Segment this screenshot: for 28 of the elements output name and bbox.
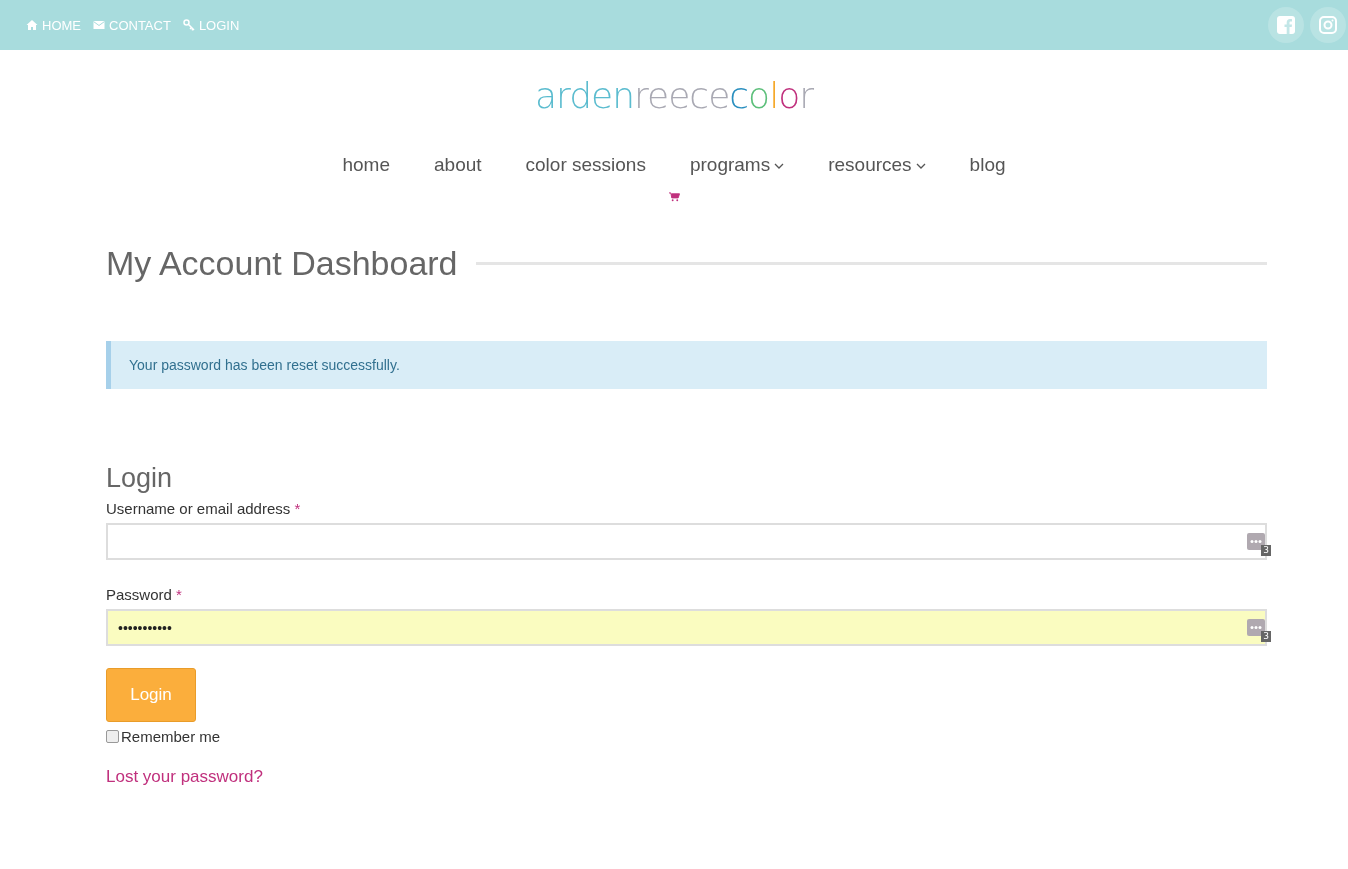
instagram-icon (1319, 16, 1337, 34)
facebook-icon (1277, 16, 1295, 34)
nav-link[interactable]: home (342, 154, 390, 176)
nav-link[interactable]: programs (689, 154, 785, 176)
house-icon (26, 19, 38, 31)
input-field[interactable] (106, 523, 1267, 560)
nav-link[interactable]: color sessions (525, 154, 646, 176)
envelope-icon (93, 19, 105, 31)
password-manager-icon[interactable] (1247, 533, 1265, 550)
remember-checkbox[interactable] (106, 730, 119, 743)
key-icon (182, 19, 195, 31)
instagram-button[interactable] (1310, 7, 1346, 43)
login-heading: Login (106, 463, 174, 494)
cart-icon[interactable] (668, 192, 680, 202)
lost-password-link[interactable]: Lost your password? (106, 767, 263, 787)
field-label: Password * (106, 586, 183, 603)
count-badge: 3 (1261, 631, 1271, 642)
field-label: Username or email address * (106, 500, 302, 517)
count-badge: 3 (1261, 545, 1271, 556)
password-manager-icon[interactable] (1247, 619, 1265, 636)
nav-link[interactable]: blog (969, 154, 1006, 176)
remember-label: Remember me (121, 728, 221, 745)
facebook-button[interactable] (1268, 7, 1304, 43)
nav-link[interactable]: resources (828, 154, 926, 176)
nav-link[interactable]: about (434, 154, 482, 176)
site-logo[interactable]: ardenreececolor (535, 76, 813, 116)
page-title: My Account Dashboard (106, 244, 458, 283)
success-notice: Your password has been reset successfully. (106, 341, 1267, 389)
